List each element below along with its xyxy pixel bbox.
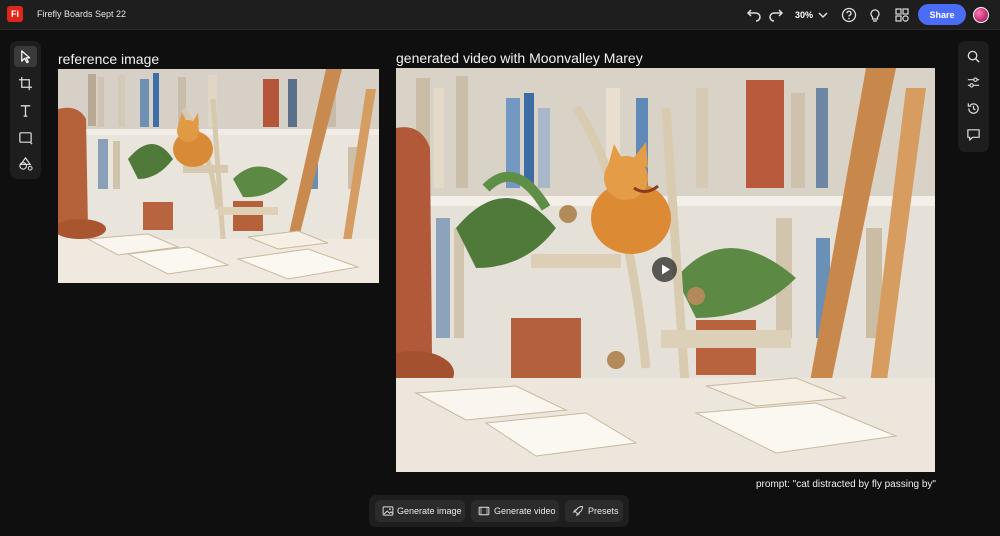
- top-bar: Fi Firefly Boards Sept 22 30% Share: [0, 0, 1000, 30]
- left-toolbar: [10, 41, 41, 179]
- chevron-down-icon[interactable]: [815, 7, 831, 23]
- text-icon: [20, 105, 31, 117]
- generate-image-button[interactable]: Generate image: [375, 500, 465, 522]
- rectangle-icon: [19, 132, 33, 145]
- generate-toolbar: Generate image Generate video Presets: [369, 495, 629, 527]
- adjustments-button[interactable]: [962, 72, 985, 93]
- document-title[interactable]: Firefly Boards Sept 22: [37, 9, 126, 19]
- avatar[interactable]: [973, 7, 989, 23]
- comment-icon: [967, 129, 980, 141]
- right-toolbar: [958, 41, 989, 152]
- reference-image-caption[interactable]: reference image: [58, 51, 159, 67]
- play-button[interactable]: [652, 257, 677, 282]
- crop-icon: [18, 76, 33, 91]
- select-tool[interactable]: [14, 46, 37, 67]
- generate-fill-tool[interactable]: [14, 153, 37, 174]
- share-button[interactable]: Share: [918, 4, 966, 25]
- apps-icon[interactable]: [894, 7, 910, 23]
- image-icon: [382, 506, 394, 516]
- shapes-sparkle-icon: [19, 156, 33, 171]
- search-button[interactable]: [962, 46, 985, 67]
- play-icon: [662, 264, 670, 275]
- presets-label: Presets: [588, 506, 619, 516]
- shape-tool[interactable]: [14, 127, 37, 148]
- video-icon: [478, 506, 490, 516]
- history-icon: [967, 103, 979, 114]
- app-logo[interactable]: Fi: [7, 6, 23, 22]
- redo-icon[interactable]: [768, 7, 784, 23]
- history-button[interactable]: [962, 98, 985, 119]
- undo-icon[interactable]: [746, 7, 762, 23]
- reference-photo: [58, 69, 379, 283]
- zoom-level[interactable]: 30%: [795, 10, 813, 20]
- generate-video-button[interactable]: Generate video: [471, 500, 559, 522]
- presets-button[interactable]: Presets: [565, 500, 623, 522]
- generated-video-caption[interactable]: generated video with Moonvalley Marey: [396, 50, 643, 66]
- comments-button[interactable]: [962, 124, 985, 145]
- text-tool[interactable]: [14, 100, 37, 121]
- search-icon: [967, 50, 980, 63]
- help-icon[interactable]: [841, 7, 857, 23]
- pointer-icon: [21, 50, 31, 64]
- generate-image-label: Generate image: [397, 506, 462, 516]
- generate-video-label: Generate video: [494, 506, 556, 516]
- sliders-icon: [967, 77, 980, 88]
- rocket-icon: [572, 506, 583, 517]
- lightbulb-icon[interactable]: [867, 7, 883, 23]
- crop-tool[interactable]: [14, 73, 37, 94]
- reference-image[interactable]: [58, 69, 379, 283]
- prompt-caption[interactable]: prompt: "cat distracted by fly passing b…: [756, 479, 936, 490]
